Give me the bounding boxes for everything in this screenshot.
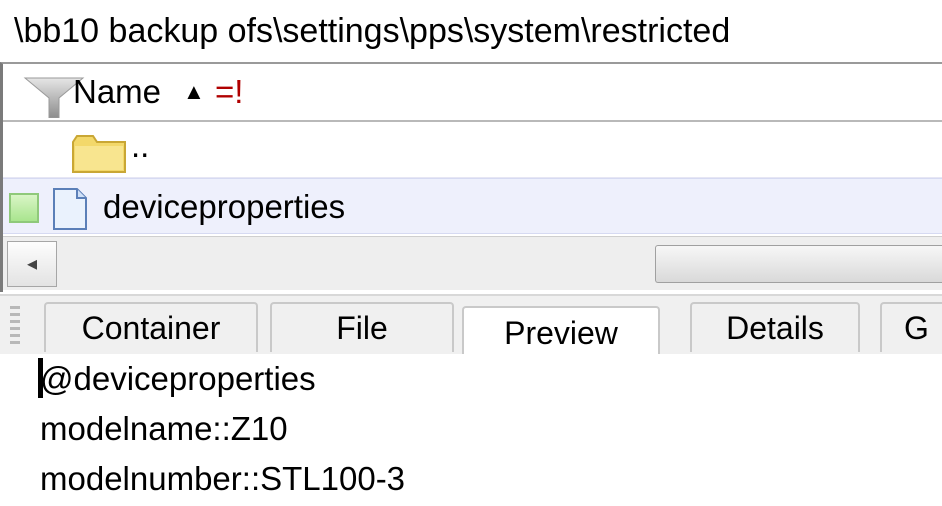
tab-bar: Container File Preview Details G <box>0 294 942 356</box>
file-name-label: deviceproperties <box>103 188 346 225</box>
preview-line: modelnumber::STL100-3 <box>40 460 406 497</box>
chevron-left-icon: ◂ <box>26 253 38 275</box>
parent-folder-label: .. <box>131 127 150 164</box>
tab-file[interactable]: File <box>270 302 454 352</box>
path-breadcrumb: \bb10 backup ofs\settings\pps\system\res… <box>0 0 942 62</box>
text-cursor <box>38 358 43 398</box>
tab-details[interactable]: Details <box>690 302 860 352</box>
file-list: Name ▲ =! .. deviceproperties ◂ <box>0 62 942 292</box>
preview-line: @deviceproperties <box>40 360 316 397</box>
scrollbar-thumb[interactable] <box>655 245 942 283</box>
preview-line: modelname::Z10 <box>40 410 288 447</box>
folder-icon <box>72 135 126 173</box>
list-header[interactable]: Name ▲ =! <box>3 64 942 122</box>
sort-ascending-icon: ▲ <box>183 79 205 104</box>
tab-partial[interactable]: G <box>880 302 942 352</box>
list-item-parent-folder[interactable]: .. <box>3 122 942 178</box>
list-item-file[interactable]: deviceproperties <box>3 178 942 234</box>
horizontal-scrollbar[interactable]: ◂ <box>3 236 942 290</box>
document-icon <box>53 188 87 230</box>
sort-modifier: =! <box>215 73 244 110</box>
tab-preview[interactable]: Preview <box>462 306 660 356</box>
scroll-left-button[interactable]: ◂ <box>7 241 57 287</box>
column-header-name[interactable]: Name <box>73 64 161 120</box>
tab-container[interactable]: Container <box>44 302 258 352</box>
preview-pane[interactable]: @deviceproperties modelname::Z10 modelnu… <box>0 354 942 506</box>
selection-checkbox[interactable] <box>9 193 39 223</box>
toolbar-grip[interactable] <box>10 306 20 346</box>
path-text: \bb10 backup ofs\settings\pps\system\res… <box>14 12 731 50</box>
